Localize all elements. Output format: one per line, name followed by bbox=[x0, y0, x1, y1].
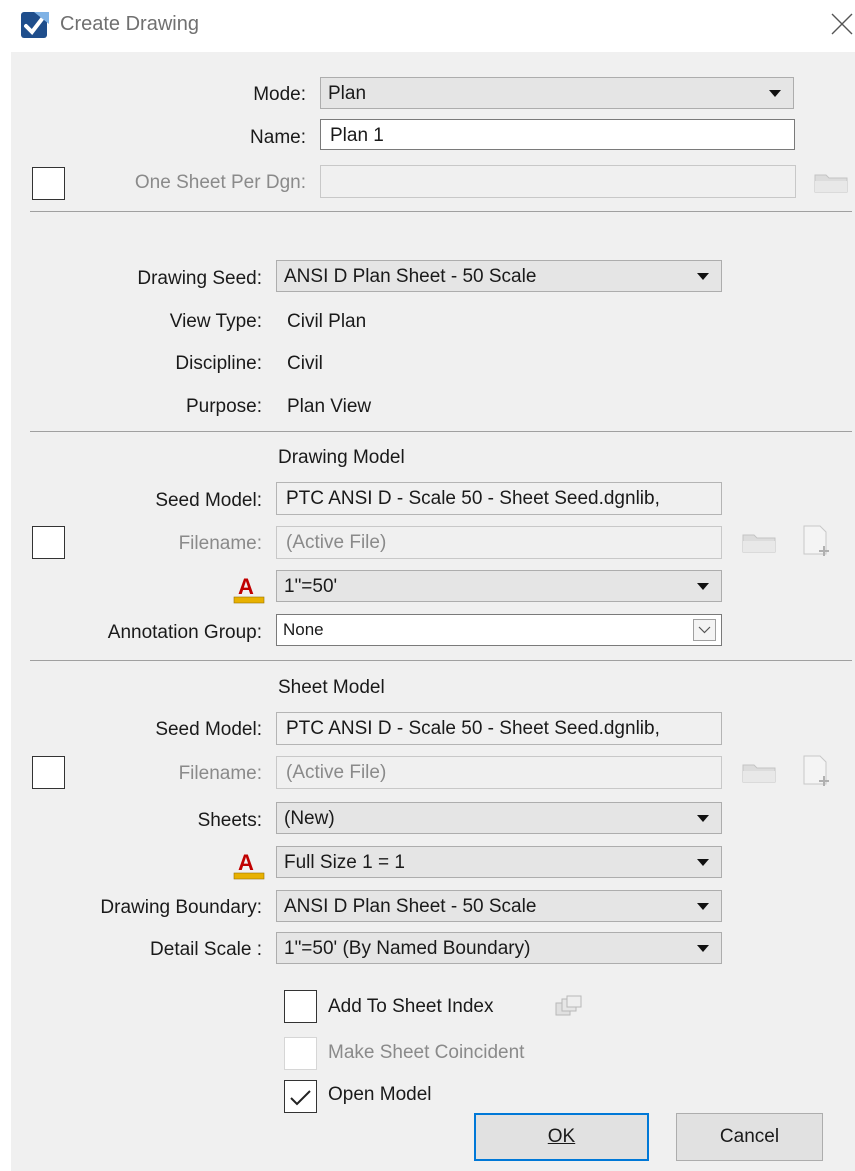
one-sheet-per-dgn-checkbox[interactable] bbox=[32, 167, 65, 200]
drawing-filename-value: (Active File) bbox=[286, 532, 387, 553]
chevron-down-icon bbox=[693, 619, 716, 641]
sheets-dropdown[interactable]: (New) bbox=[276, 802, 722, 834]
drawing-seed-model-value: PTC ANSI D - Scale 50 - Sheet Seed.dgnli… bbox=[286, 488, 660, 509]
drawing-seed-value: ANSI D Plan Sheet - 50 Scale bbox=[284, 266, 537, 287]
drawing-boundary-label: Drawing Boundary: bbox=[100, 897, 262, 918]
separator bbox=[30, 660, 852, 661]
drawing-model-heading: Drawing Model bbox=[278, 447, 405, 468]
window-title: Create Drawing bbox=[60, 13, 199, 35]
sheet-filename-field: (Active File) bbox=[276, 756, 722, 789]
sheets-value: (New) bbox=[284, 808, 335, 829]
folder-icon[interactable] bbox=[813, 170, 849, 194]
name-value: Plan 1 bbox=[330, 125, 384, 146]
drawing-boundary-dropdown[interactable]: ANSI D Plan Sheet - 50 Scale bbox=[276, 890, 722, 922]
chevron-down-icon bbox=[697, 815, 709, 822]
name-field[interactable]: Plan 1 bbox=[320, 119, 795, 150]
make-sheet-coincident-label: Make Sheet Coincident bbox=[328, 1042, 525, 1063]
microstation-icon bbox=[21, 12, 49, 38]
folder-icon bbox=[742, 764, 776, 783]
drawing-seed-label: Drawing Seed: bbox=[137, 268, 262, 289]
detail-scale-label: Detail Scale : bbox=[150, 939, 262, 960]
close-icon[interactable] bbox=[829, 11, 855, 37]
mode-dropdown[interactable]: Plan bbox=[320, 77, 794, 109]
sheet-filename-value: (Active File) bbox=[286, 762, 387, 783]
mode-label: Mode: bbox=[253, 84, 306, 105]
drawing-filename-field: (Active File) bbox=[276, 526, 722, 559]
chevron-down-icon bbox=[697, 903, 709, 910]
name-label: Name: bbox=[250, 127, 306, 148]
title-bar: Create Drawing bbox=[0, 0, 855, 52]
sheet-scale-dropdown[interactable]: Full Size 1 = 1 bbox=[276, 846, 722, 878]
detail-scale-dropdown[interactable]: 1"=50' (By Named Boundary) bbox=[276, 932, 722, 964]
sheet-seed-model-field[interactable]: PTC ANSI D - Scale 50 - Sheet Seed.dgnli… bbox=[276, 712, 722, 745]
add-to-sheet-index-label: Add To Sheet Index bbox=[328, 996, 494, 1017]
view-type-label: View Type: bbox=[169, 311, 262, 332]
ok-button-label: OK bbox=[547, 1126, 576, 1147]
drawing-scale-dropdown[interactable]: 1"=50' bbox=[276, 570, 722, 602]
detail-scale-value: 1"=50' (By Named Boundary) bbox=[284, 938, 531, 959]
drawing-seed-model-label: Seed Model: bbox=[155, 490, 262, 511]
drawing-scale-value: 1"=50' bbox=[284, 576, 338, 597]
chevron-down-icon bbox=[697, 859, 709, 866]
sheet-scale-value: Full Size 1 = 1 bbox=[284, 852, 405, 873]
view-type-value: Civil Plan bbox=[287, 311, 367, 332]
purpose-value: Plan View bbox=[287, 396, 372, 417]
folder-icon bbox=[742, 534, 776, 553]
annotation-scale-icon: A bbox=[233, 574, 265, 604]
separator bbox=[30, 431, 852, 432]
sheet-filename-label: Filename: bbox=[178, 763, 262, 784]
drawing-filename-label: Filename: bbox=[178, 533, 262, 554]
chevron-down-icon bbox=[697, 583, 709, 590]
new-file-icon bbox=[803, 755, 829, 786]
annotation-group-value: None bbox=[283, 620, 324, 639]
drawing-boundary-value: ANSI D Plan Sheet - 50 Scale bbox=[284, 896, 537, 917]
cancel-button-label: Cancel bbox=[719, 1126, 780, 1147]
mode-value: Plan bbox=[328, 83, 367, 104]
cancel-button[interactable]: Cancel bbox=[676, 1113, 823, 1161]
discipline-value: Civil bbox=[287, 353, 323, 374]
one-sheet-per-dgn-field bbox=[320, 165, 796, 198]
checkmark-icon bbox=[290, 1090, 311, 1106]
make-sheet-coincident-checkbox bbox=[284, 1037, 317, 1070]
sheet-seed-model-value: PTC ANSI D - Scale 50 - Sheet Seed.dgnli… bbox=[286, 718, 660, 739]
purpose-label: Purpose: bbox=[185, 396, 262, 417]
sheet-seed-model-label: Seed Model: bbox=[155, 719, 262, 740]
svg-text:A: A bbox=[238, 574, 254, 599]
sheet-index-icon[interactable] bbox=[553, 995, 583, 1019]
svg-text:A: A bbox=[238, 850, 254, 875]
discipline-label: Discipline: bbox=[175, 353, 262, 374]
sheet-model-heading: Sheet Model bbox=[278, 677, 385, 698]
one-sheet-per-dgn-label: One Sheet Per Dgn: bbox=[134, 172, 306, 193]
add-to-sheet-index-checkbox[interactable] bbox=[284, 990, 317, 1023]
ok-button[interactable]: OK bbox=[474, 1113, 649, 1161]
new-file-icon bbox=[803, 525, 829, 556]
separator bbox=[30, 211, 852, 212]
open-model-label: Open Model bbox=[328, 1084, 432, 1105]
chevron-down-icon bbox=[697, 945, 709, 952]
annotation-group-dropdown[interactable]: None bbox=[276, 614, 722, 646]
chevron-down-icon bbox=[769, 90, 781, 97]
annotation-scale-icon: A bbox=[233, 850, 265, 880]
drawing-seed-model-field[interactable]: PTC ANSI D - Scale 50 - Sheet Seed.dgnli… bbox=[276, 482, 722, 515]
open-model-checkbox[interactable] bbox=[284, 1080, 317, 1113]
annotation-group-label: Annotation Group: bbox=[107, 622, 262, 643]
drawing-seed-dropdown[interactable]: ANSI D Plan Sheet - 50 Scale bbox=[276, 260, 722, 292]
sheets-label: Sheets: bbox=[197, 810, 262, 831]
chevron-down-icon bbox=[697, 273, 709, 280]
